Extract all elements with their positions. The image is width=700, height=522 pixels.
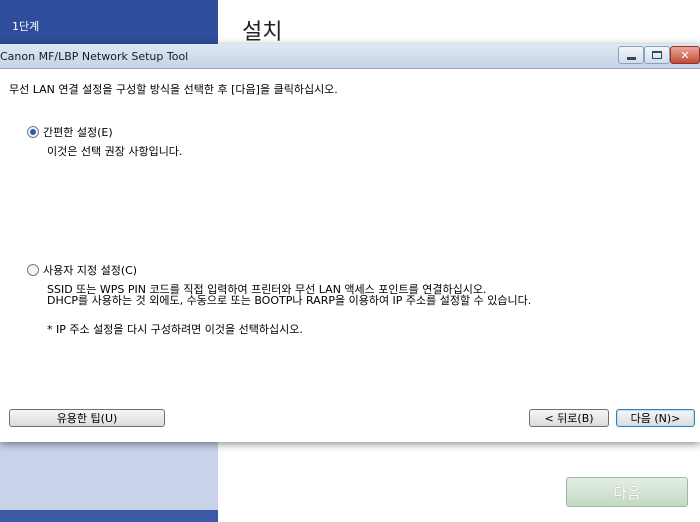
close-icon: ✕ [680,48,690,62]
dialog-content: 무선 LAN 연결 설정을 구성할 방식을 선택한 후 [다음]을 클릭하십시오… [0,69,700,442]
radio-custom-setup[interactable] [27,264,39,276]
installer-next-button[interactable]: 다음 [566,477,688,507]
next-button[interactable]: 다음 (N)> [616,409,695,427]
maximize-icon [652,51,662,59]
close-button[interactable]: ✕ [670,46,700,64]
option-custom-setup[interactable]: 사용자 지정 설정(C) [27,262,137,278]
step-label: 1단계 [12,20,40,33]
dialog-footer: 유용한 팁(U) < 뒤로(B) 다음 (N)> [0,398,700,442]
option-easy-setup-label: 간편한 설정(E) [43,126,113,139]
option-easy-setup-description: 이것은 선택 권장 사항입니다. [47,145,183,158]
dialog-titlebar[interactable]: Canon MF/LBP Network Setup Tool ✕ [0,44,700,69]
option-custom-setup-description-2: DHCP를 사용하는 것 외에도, 수동으로 또는 BOOTP나 RARP을 이… [47,294,532,307]
installer-sidebar-header: 1단계 [0,0,218,44]
installer-page-title: 설치 [242,20,283,45]
network-setup-dialog: Canon MF/LBP Network Setup Tool ✕ 무선 LAN… [0,44,700,442]
maximize-button[interactable] [644,46,670,64]
minimize-button[interactable] [618,46,644,64]
minimize-icon [626,56,636,60]
radio-easy-setup[interactable] [27,126,39,138]
instruction-text: 무선 LAN 연결 설정을 구성할 방식을 선택한 후 [다음]을 클릭하십시오… [9,83,338,96]
option-custom-setup-label: 사용자 지정 설정(C) [43,264,138,277]
back-button[interactable]: < 뒤로(B) [529,409,609,427]
option-easy-setup[interactable]: 간편한 설정(E) [27,124,113,140]
dialog-title: Canon MF/LBP Network Setup Tool [0,50,189,63]
installer-sidebar-strip [0,510,218,522]
option-custom-setup-note: * IP 주소 설정을 다시 구성하려면 이것을 선택하십시오. [47,323,303,336]
useful-tips-button[interactable]: 유용한 팁(U) [9,409,165,427]
